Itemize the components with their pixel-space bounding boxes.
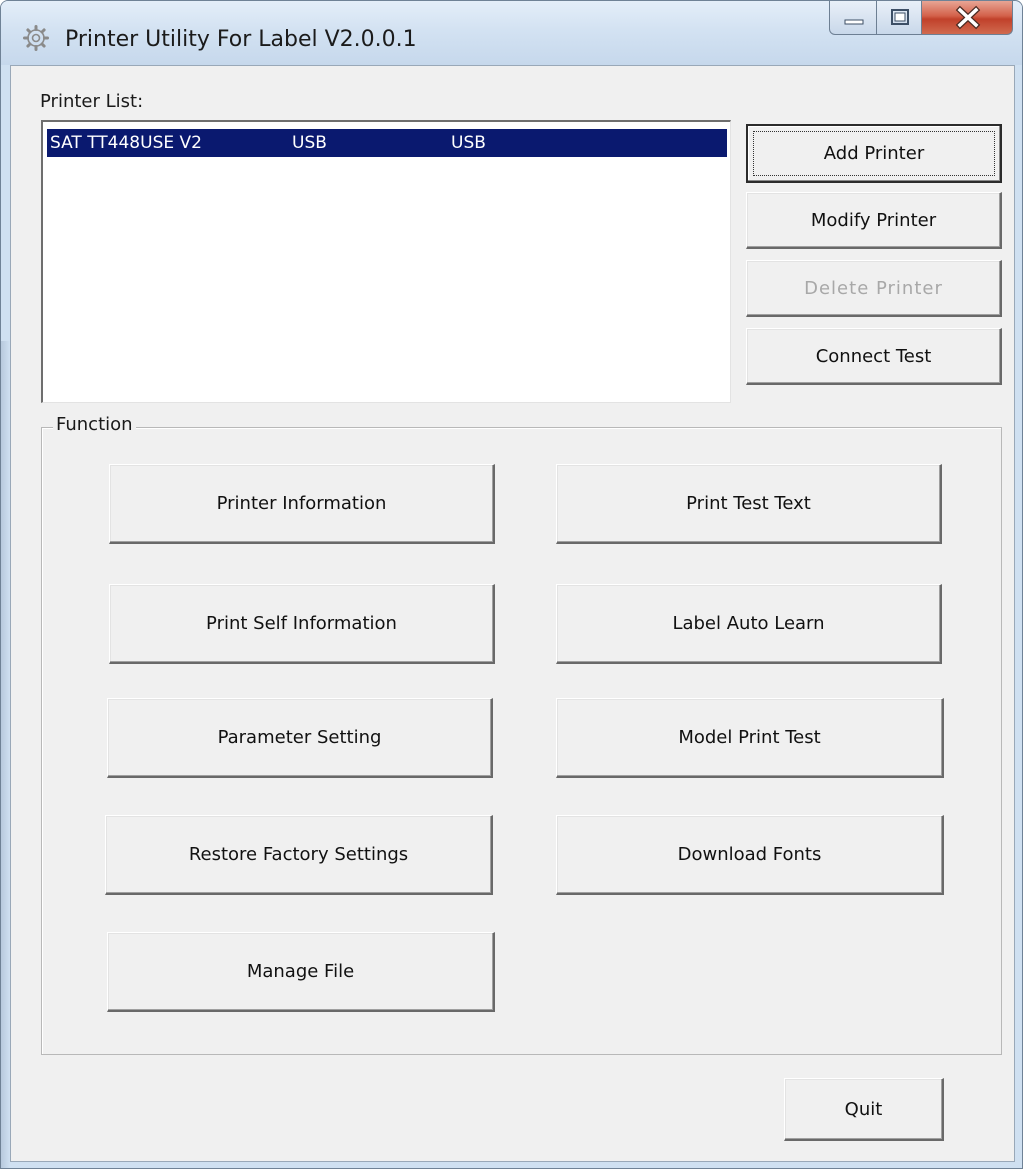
printer-type-cell: USB xyxy=(451,133,486,153)
printer-information-label: Printer Information xyxy=(216,493,387,514)
quit-label: Quit xyxy=(844,1098,883,1120)
model-print-test-label: Model Print Test xyxy=(678,727,821,748)
focus-rect xyxy=(753,131,995,176)
add-printer-button[interactable]: Add Printer xyxy=(746,124,1002,183)
printer-name-cell: SAT TT448USE V2 xyxy=(50,133,202,153)
delete-printer-label: Delete Printer xyxy=(804,277,943,299)
parameter-setting-button[interactable]: Parameter Setting xyxy=(107,698,493,778)
label-auto-learn-button[interactable]: Label Auto Learn xyxy=(556,584,942,664)
app-window: Printer Utility For Label V2.0.0.1 Print… xyxy=(0,0,1023,1169)
minimize-button[interactable] xyxy=(829,1,877,35)
label-auto-learn-label: Label Auto Learn xyxy=(672,613,825,634)
restore-factory-settings-button[interactable]: Restore Factory Settings xyxy=(105,815,493,895)
modify-printer-button[interactable]: Modify Printer xyxy=(746,192,1002,249)
quit-button[interactable]: Quit xyxy=(784,1078,944,1141)
dialog-client-area: Printer List: SAT TT448USE V2 USB USB Ad… xyxy=(10,65,1015,1162)
maximize-icon xyxy=(891,9,909,25)
download-fonts-button[interactable]: Download Fonts xyxy=(556,815,944,895)
printer-list-label: Printer List: xyxy=(40,91,144,112)
manage-file-button[interactable]: Manage File xyxy=(107,932,495,1012)
restore-factory-settings-label: Restore Factory Settings xyxy=(188,844,409,865)
caption-buttons xyxy=(829,1,1017,37)
printer-information-button[interactable]: Printer Information xyxy=(109,464,495,544)
modify-printer-label: Modify Printer xyxy=(810,209,937,231)
printer-listbox[interactable]: SAT TT448USE V2 USB USB xyxy=(41,120,731,403)
print-test-text-button[interactable]: Print Test Text xyxy=(556,464,942,544)
connect-test-label: Connect Test xyxy=(815,345,932,367)
download-fonts-label: Download Fonts xyxy=(677,844,822,865)
window-title: Printer Utility For Label V2.0.0.1 xyxy=(65,27,417,52)
parameter-setting-label: Parameter Setting xyxy=(217,727,382,748)
gear-icon[interactable] xyxy=(23,25,49,51)
function-group-title: Function xyxy=(53,414,136,435)
connect-test-button[interactable]: Connect Test xyxy=(746,328,1002,385)
close-icon xyxy=(955,5,981,30)
model-print-test-button[interactable]: Model Print Test xyxy=(556,698,944,778)
title-bar[interactable]: Printer Utility For Label V2.0.0.1 xyxy=(1,1,1022,65)
print-test-text-label: Print Test Text xyxy=(686,493,811,514)
maximize-button[interactable] xyxy=(876,1,922,35)
close-button[interactable] xyxy=(921,1,1013,35)
window-frame-left xyxy=(1,341,10,1168)
print-self-information-label: Print Self Information xyxy=(206,613,397,634)
printer-list-row[interactable]: SAT TT448USE V2 USB USB xyxy=(47,129,727,157)
print-self-information-button[interactable]: Print Self Information xyxy=(109,584,495,664)
manage-file-label: Manage File xyxy=(246,961,355,982)
delete-printer-button[interactable]: Delete Printer xyxy=(746,260,1002,317)
minimize-icon xyxy=(844,19,864,25)
printer-port-cell: USB xyxy=(292,133,327,153)
